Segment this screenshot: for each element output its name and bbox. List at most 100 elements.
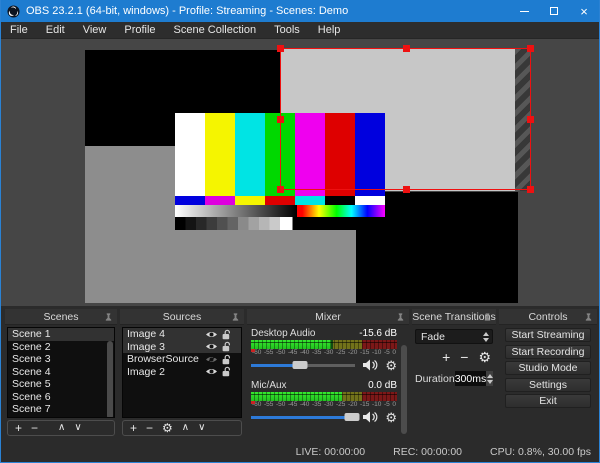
pin-icon[interactable] — [584, 312, 593, 322]
close-icon: × — [580, 3, 588, 19]
menu-item[interactable]: Scene Collection — [165, 22, 266, 39]
control-button[interactable]: Exit — [505, 394, 591, 408]
resize-handle-middle-right[interactable] — [527, 116, 534, 123]
menu-item[interactable]: Edit — [37, 22, 74, 39]
sources-panel-title: Sources — [162, 310, 202, 323]
pin-icon[interactable] — [104, 312, 113, 322]
move-scene-down-button[interactable]: ∨ — [74, 423, 81, 433]
meter-tick-label: -10 — [372, 349, 382, 356]
mixer-scrollbar[interactable] — [401, 345, 407, 434]
mixer-channel: Mic/Aux 0.0 dB -60 -55 -50 -45 -40 -35 -30 -25-… — [251, 380, 397, 425]
volume-slider-handle[interactable] — [344, 413, 360, 421]
visibility-eye-icon[interactable] — [205, 342, 218, 351]
add-scene-button[interactable]: + — [15, 422, 22, 434]
transition-select[interactable]: Fade — [415, 329, 493, 344]
transitions-toolbar: + − ⚙ — [415, 348, 493, 366]
add-source-button[interactable]: + — [130, 422, 137, 434]
control-button[interactable]: Settings — [505, 377, 591, 392]
resize-handle-middle-left[interactable] — [277, 116, 284, 123]
pin-icon[interactable] — [231, 312, 240, 322]
resize-handle-top-middle[interactable] — [402, 45, 410, 52]
scenes-panel-title: Scenes — [43, 310, 79, 323]
volume-slider[interactable] — [251, 413, 360, 421]
duration-spinner[interactable] — [486, 371, 493, 386]
control-button[interactable]: Studio Mode — [505, 361, 591, 375]
minimize-button[interactable] — [509, 0, 539, 22]
scene-name: Scene 5 — [12, 378, 51, 391]
lock-icon[interactable] — [222, 329, 231, 340]
source-list-item[interactable]: BrowserSource — [123, 353, 241, 366]
close-button[interactable]: × — [569, 0, 599, 22]
source-properties-gear-icon[interactable]: ⚙ — [162, 422, 173, 434]
meter-divider — [251, 394, 397, 395]
menu-item[interactable]: Help — [309, 22, 350, 39]
visibility-eye-icon[interactable] — [205, 330, 218, 339]
scene-list-item[interactable]: Scene 8 — [8, 416, 114, 417]
titlebar[interactable]: OBS 23.2.1 (64-bit, windows) - Profile: … — [1, 0, 599, 22]
menu-item[interactable]: Profile — [115, 22, 164, 39]
cpu-fps-stats: CPU: 0.8%, 30.00 fps — [490, 445, 591, 458]
resize-handle-bottom-left[interactable] — [277, 186, 284, 193]
control-button[interactable]: Start Recording — [505, 344, 591, 359]
scenes-toolbar: + − ∧ ∨ — [7, 420, 115, 436]
scene-list-item[interactable]: Scene 7 — [8, 403, 114, 416]
scene-list-item[interactable]: Scene 5 — [8, 378, 114, 391]
scene-list-item[interactable]: Scene 2 — [8, 341, 114, 354]
source-selection-outline[interactable] — [277, 45, 534, 193]
volume-slider-fill — [251, 416, 353, 419]
resize-handle-bottom-middle[interactable] — [402, 186, 410, 193]
scene-list-item[interactable]: Scene 3 — [8, 353, 114, 366]
remove-transition-button[interactable]: − — [460, 350, 468, 364]
transitions-panel-header[interactable]: Scene Transitions — [412, 309, 496, 325]
resize-handle-top-left[interactable] — [277, 45, 284, 52]
preview-canvas[interactable] — [1, 39, 599, 306]
pin-icon[interactable] — [483, 312, 492, 322]
speaker-mute-icon[interactable] — [362, 359, 378, 371]
source-list-item[interactable]: Image 4 — [123, 328, 241, 341]
meter-tick-label: -5 — [384, 401, 390, 408]
scene-list-item[interactable]: Scene 4 — [8, 366, 114, 379]
controls-panel-header[interactable]: Controls — [499, 309, 597, 325]
transition-select-arrows[interactable] — [480, 331, 492, 342]
transition-selected-value: Fade — [421, 330, 445, 343]
volume-slider-handle[interactable] — [292, 361, 308, 369]
mixer-panel-header[interactable]: Mixer — [247, 309, 409, 325]
resize-handle-bottom-right[interactable] — [527, 186, 534, 193]
resize-handle-top-right[interactable] — [527, 45, 534, 52]
transition-properties-gear-icon[interactable]: ⚙ — [478, 350, 491, 364]
add-transition-button[interactable]: + — [442, 350, 450, 364]
scene-list-item[interactable]: Scene 6 — [8, 391, 114, 404]
visibility-eye-icon[interactable] — [205, 355, 218, 364]
menu-item[interactable]: File — [1, 22, 37, 39]
source-name: BrowserSource — [127, 353, 199, 366]
source-list-item[interactable]: Image 2 — [123, 366, 241, 379]
remove-source-button[interactable]: − — [146, 422, 153, 434]
move-source-down-button[interactable]: ∨ — [198, 423, 205, 433]
scene-list-item[interactable]: Scene 1 — [8, 328, 114, 341]
move-scene-up-button[interactable]: ∧ — [58, 423, 65, 433]
channel-settings-gear-icon[interactable]: ⚙ — [385, 359, 397, 372]
visibility-eye-icon[interactable] — [205, 367, 218, 376]
scenes-scrollbar[interactable] — [107, 341, 113, 417]
duration-input[interactable]: 300ms — [454, 371, 487, 386]
remove-scene-button[interactable]: − — [31, 422, 38, 434]
pin-icon[interactable] — [396, 312, 405, 322]
minimize-icon — [519, 10, 529, 12]
meter-tick-label: -25 — [336, 349, 346, 356]
speaker-mute-icon[interactable] — [362, 411, 378, 423]
control-button[interactable]: Start Streaming — [505, 328, 591, 342]
menu-item[interactable]: Tools — [265, 22, 309, 39]
mixer-body: Desktop Audio -15.6 dB -60 -55 -50 -45 -40 -3… — [247, 325, 409, 438]
sources-panel-header[interactable]: Sources — [120, 309, 244, 325]
source-list-item[interactable]: Image 3 — [123, 340, 241, 353]
volume-slider[interactable] — [251, 361, 356, 369]
lock-icon[interactable] — [222, 341, 231, 352]
controls-panel: Controls Start Streaming Start Recording S… — [499, 309, 597, 438]
maximize-button[interactable] — [539, 0, 569, 22]
lock-icon[interactable] — [222, 366, 231, 377]
lock-icon[interactable] — [222, 354, 231, 365]
channel-settings-gear-icon[interactable]: ⚙ — [385, 411, 397, 424]
move-source-up-button[interactable]: ∧ — [182, 423, 189, 433]
scenes-panel-header[interactable]: Scenes — [5, 309, 117, 325]
menu-item[interactable]: View — [74, 22, 116, 39]
